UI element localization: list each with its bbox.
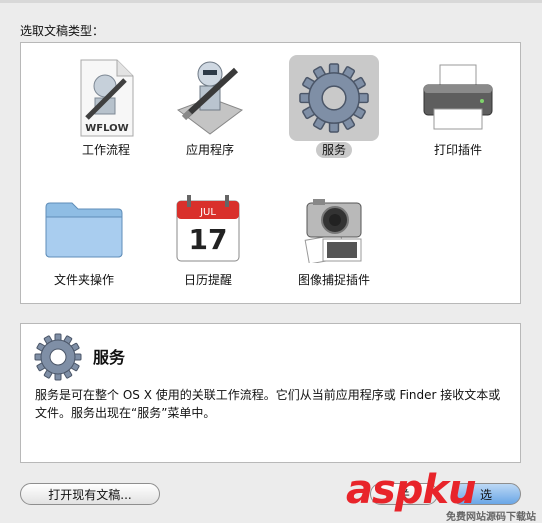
type-label-application: 应用程序 [185,143,234,157]
watermark-logo: aspku 免费网站源码下载站 [346,467,536,523]
type-label-workflow: 工作流程 [81,143,130,157]
document-type-chooser: WFLOW 工作流程 应用程序 服务 打印插件 文件夹操作 JUL 17 日历提… [20,42,521,304]
type-application[interactable]: 应用程序 [155,49,265,169]
type-label-print-plugin: 打印插件 [433,143,482,157]
workflow-icon-text: WFLOW [85,123,128,134]
description-title: 服务 [93,348,126,367]
type-workflow[interactable]: WFLOW 工作流程 [51,49,161,169]
type-label-calendar-alarm: 日历提醒 [183,273,232,287]
printer-icon [413,55,503,141]
document-type-label: 选取文稿类型： [20,24,105,38]
type-print-plugin[interactable]: 打印插件 [403,49,513,169]
calendar-day-text: 17 [189,223,228,256]
type-label-image-capture-plugin: 图像捕捉插件 [297,273,370,287]
type-calendar-alarm[interactable]: JUL 17 日历提醒 [153,179,263,299]
calendar-month-text: JUL [199,207,216,218]
type-service[interactable]: 服务 [279,49,389,169]
automator-robot-icon [165,55,255,141]
open-existing-document-button[interactable]: 打开现有文稿... [20,483,160,505]
description-text: 服务是可在整个 OS X 使用的关联工作流程。它们从当前应用程序或 Finder… [35,388,501,420]
description-panel: 服务 服务是可在整个 OS X 使用的关联工作流程。它们从当前应用程序或 Fin… [20,323,521,463]
workflow-document-icon: WFLOW [61,55,151,141]
gear-icon [33,332,83,382]
calendar-icon: JUL 17 [163,185,253,271]
folder-icon [39,185,129,271]
gear-icon [289,55,379,141]
type-image-capture-plugin[interactable]: 图像捕捉插件 [279,179,389,299]
type-label-folder-action: 文件夹操作 [53,273,114,287]
window-top-edge [0,0,542,3]
watermark-main-text: aspku [346,467,477,513]
type-label-service: 服务 [279,141,389,158]
camera-icon [289,185,379,271]
type-folder-action[interactable]: 文件夹操作 [29,179,139,299]
